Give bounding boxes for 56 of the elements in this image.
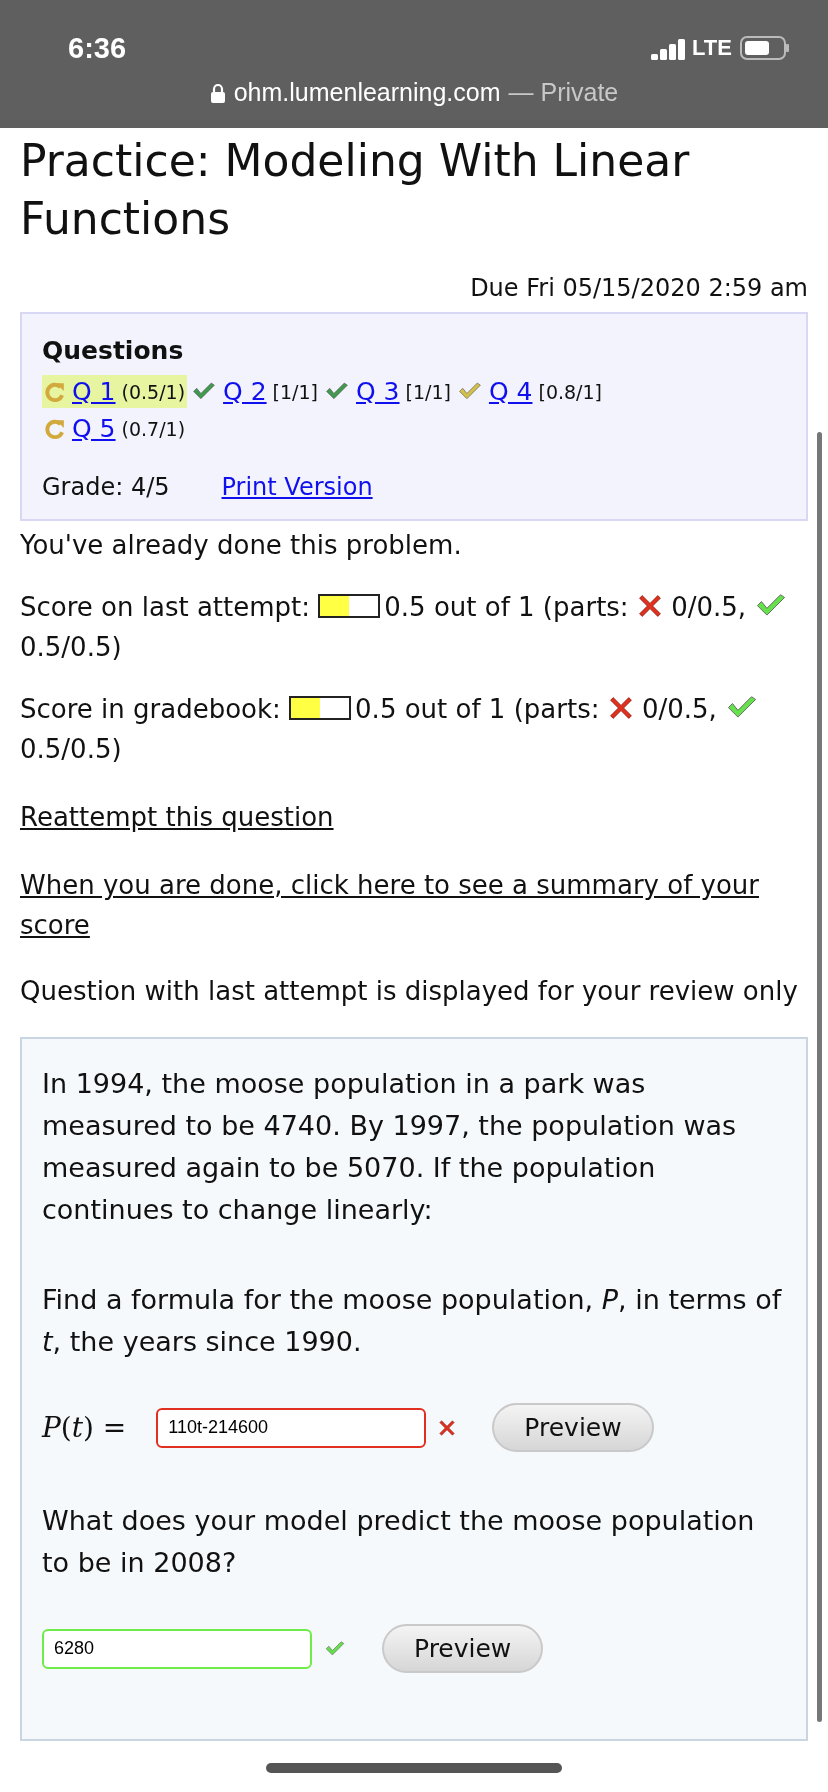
refresh-icon: [44, 380, 66, 403]
part-score: 0.5/0.5): [20, 632, 122, 662]
score-label: Score on last attempt:: [20, 592, 310, 622]
question-item[interactable]: Q 4 [0.8/1]: [454, 375, 604, 408]
question-item[interactable]: Q 3 [1/1]: [322, 375, 453, 408]
question-score: (0.7/1): [121, 417, 186, 440]
lock-icon: [209, 82, 226, 103]
question-score: [1/1]: [272, 380, 318, 403]
check-icon: [324, 381, 350, 402]
cross-icon: [438, 1418, 457, 1437]
private-label: — Private: [508, 78, 619, 107]
notice-text: You've already done this problem.: [20, 529, 463, 562]
question-score: [0.8/1]: [538, 380, 602, 403]
network-label: LTE: [692, 35, 732, 61]
cross-icon: [636, 593, 663, 619]
question-score: [1/1]: [405, 380, 451, 403]
question-score: (0.5/1): [121, 380, 186, 403]
preview-button[interactable]: Preview: [492, 1403, 654, 1452]
question-item[interactable]: Q 5 (0.7/1): [42, 412, 188, 445]
question-text: Find a formula for the moose population, P, in terms of t, the years since 1990.: [42, 1283, 783, 1359]
due-date: Due Fri 05/15/2020 2:59 am: [469, 274, 808, 302]
check-icon: [191, 381, 218, 402]
question-item[interactable]: Q 2 [1/1]: [189, 375, 320, 408]
answer-field[interactable]: 6280: [42, 1628, 312, 1669]
score-summary: 0.5 out of 1 (parts:: [384, 592, 629, 622]
part-score: 0/0.5,: [641, 694, 717, 724]
answer-field[interactable]: 110t-214600: [156, 1407, 427, 1448]
math-label: P(t) =: [42, 1411, 127, 1444]
question-link[interactable]: Q 3: [356, 377, 400, 406]
cross-icon: [607, 695, 634, 721]
review-note: Question with last attempt is displayed for your review only: [20, 975, 799, 1008]
battery-icon: [740, 36, 790, 60]
part-score: 0.5/0.5): [20, 734, 122, 764]
score-summary: 0.5 out of 1 (parts:: [355, 694, 600, 724]
question-link[interactable]: Q 4: [488, 377, 533, 406]
clock: 6:36: [68, 32, 127, 65]
check-icon: [324, 1639, 346, 1658]
question-link[interactable]: Q 2: [223, 377, 267, 406]
text-link[interactable]: Reattempt this question: [20, 797, 808, 837]
page-title: Practice: Modeling With Linear Functions: [20, 134, 691, 246]
question-item[interactable]: Q 1 (0.5/1): [42, 375, 188, 408]
grade-text: Grade: 4/5: [42, 473, 170, 501]
preview-button[interactable]: Preview: [382, 1624, 544, 1673]
question-link[interactable]: Q 5: [72, 414, 116, 443]
url-text[interactable]: ohm.lumenlearning.com: [233, 78, 501, 107]
check-icon: [456, 381, 483, 402]
question-text: What does your model predict the moose population to be in 2008?: [42, 1504, 756, 1580]
text-link[interactable]: When you are done, click here to see a summary of your score: [20, 865, 808, 945]
refresh-icon: [44, 417, 66, 440]
question-text: In 1994, the moose population in a park was measured to be 4740. By 1997, the population was measured again to be 5070. If the population continues to change linearly:: [42, 1067, 738, 1227]
signal-icon: [650, 38, 688, 60]
part-score: 0/0.5,: [671, 592, 747, 622]
question-link[interactable]: Q 1: [72, 377, 116, 406]
print-link[interactable]: Print Version: [221, 473, 373, 501]
panel-heading: Questions: [42, 336, 185, 365]
score-label: Score in gradebook:: [20, 694, 281, 724]
